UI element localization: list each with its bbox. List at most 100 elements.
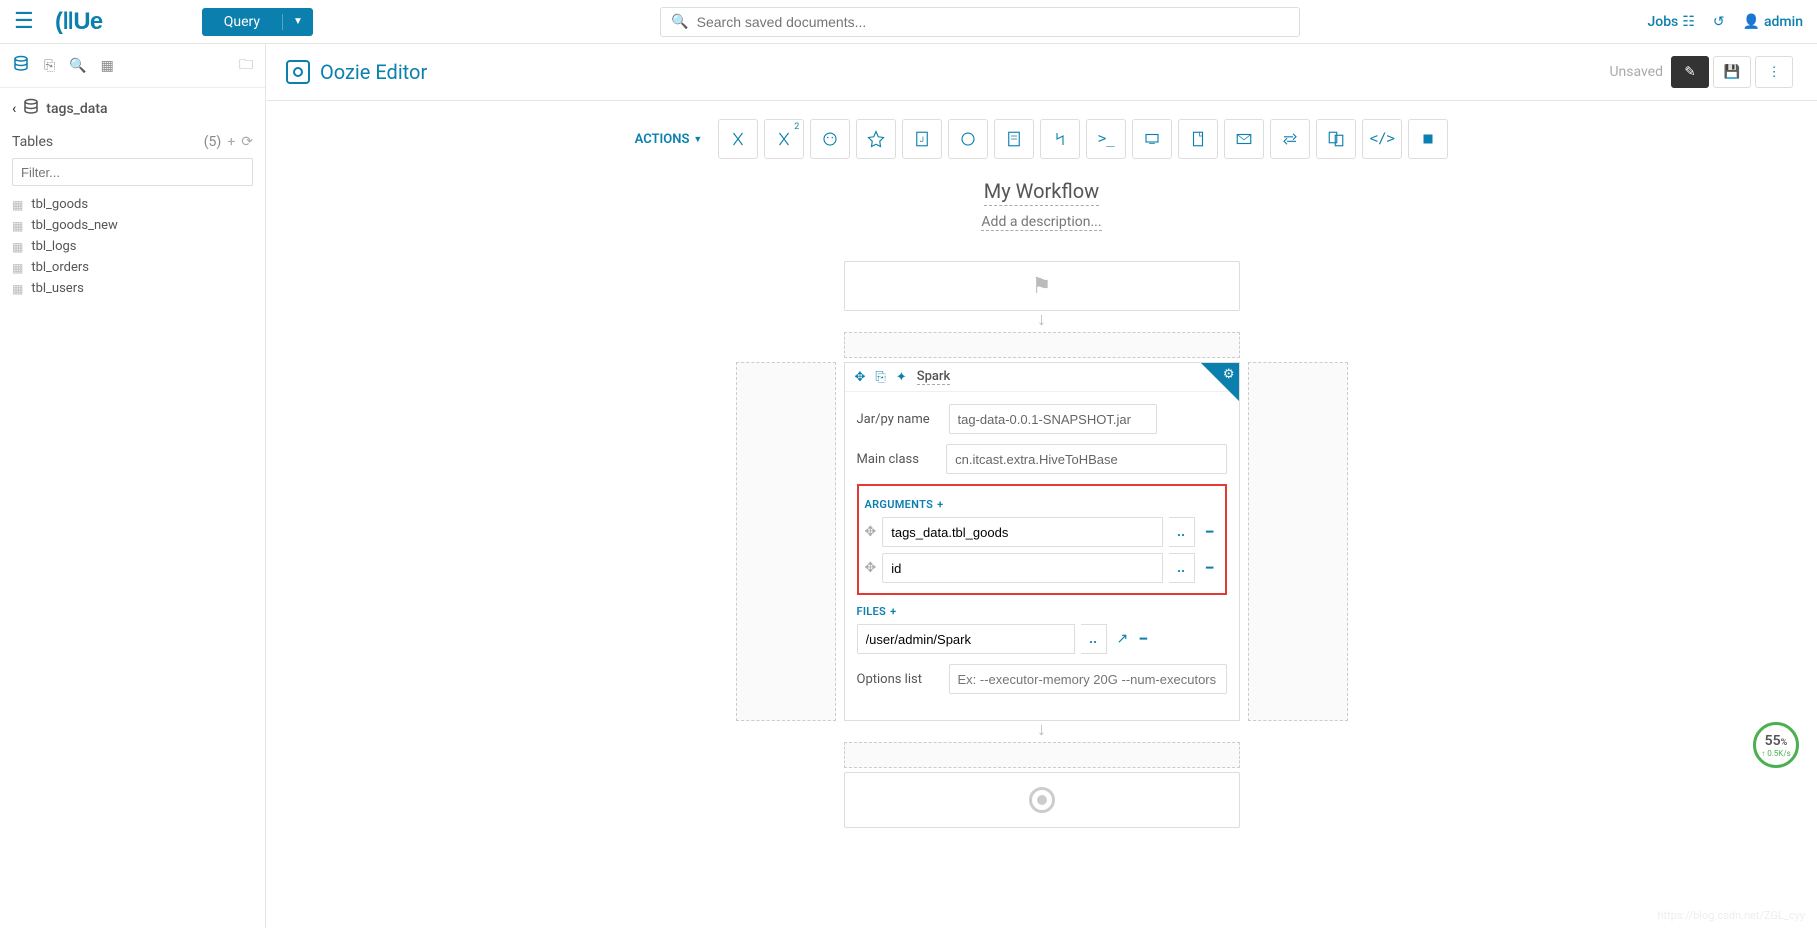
breadcrumb[interactable]: ‹ tags_data bbox=[0, 88, 265, 130]
remove-icon[interactable]: − bbox=[1134, 629, 1152, 650]
arguments-label: ARGUMENTS bbox=[865, 498, 934, 511]
jarpy-input[interactable] bbox=[949, 404, 1157, 434]
argument-input[interactable] bbox=[882, 517, 1162, 547]
jarpy-row: Jar/py name bbox=[857, 404, 1227, 434]
action-generic[interactable]: </> bbox=[1362, 119, 1402, 159]
jobs-link[interactable]: Jobs ☷ bbox=[1647, 14, 1694, 30]
menu-icon[interactable]: ☰ bbox=[14, 9, 34, 34]
table-item[interactable]: ▦tbl_users bbox=[12, 278, 253, 299]
caret-down-icon[interactable]: ▼ bbox=[283, 16, 313, 27]
breadcrumb-label: tags_data bbox=[46, 101, 107, 117]
speed-widget[interactable]: 55% ↑ 0.5K/s bbox=[1753, 722, 1799, 768]
action-mapreduce[interactable] bbox=[994, 119, 1034, 159]
edit-button[interactable]: ✎ bbox=[1671, 56, 1709, 88]
arrow-down-icon: ↓ bbox=[1037, 309, 1046, 330]
remove-icon[interactable]: − bbox=[1201, 558, 1219, 579]
action-hive2[interactable]: 2 bbox=[764, 119, 804, 159]
browse-button[interactable]: .. bbox=[1169, 553, 1195, 583]
rate-value: 0.5K/s bbox=[1767, 749, 1791, 758]
filter-wrap bbox=[12, 158, 253, 186]
action-java[interactable]: J bbox=[902, 119, 942, 159]
workflow-title[interactable]: My Workflow bbox=[984, 179, 1099, 206]
editor-header: Oozie Editor Unsaved ✎ 💾 ⋮ bbox=[266, 44, 1817, 101]
db-icon[interactable] bbox=[12, 55, 30, 77]
files-section: FILES + bbox=[857, 605, 1227, 618]
table-item[interactable]: ▦tbl_logs bbox=[12, 236, 253, 257]
options-input[interactable] bbox=[949, 664, 1227, 694]
history-icon[interactable]: ↺ bbox=[1713, 14, 1725, 30]
svg-text:J: J bbox=[920, 135, 924, 144]
action-streaming[interactable] bbox=[1270, 119, 1310, 159]
table-item[interactable]: ▦tbl_orders bbox=[12, 257, 253, 278]
search-input[interactable] bbox=[697, 14, 1290, 30]
action-fs[interactable] bbox=[1178, 119, 1218, 159]
refresh-icon[interactable]: ⟳ bbox=[241, 134, 253, 150]
file-input[interactable] bbox=[857, 624, 1075, 654]
drop-zone-left[interactable] bbox=[736, 362, 836, 721]
browse-button[interactable]: .. bbox=[1081, 624, 1107, 654]
table-item[interactable]: ▦tbl_goods_new bbox=[12, 215, 253, 236]
actions-label[interactable]: ACTIONS ▼ bbox=[635, 132, 703, 147]
percent-value: 55 bbox=[1765, 733, 1781, 749]
plus-icon[interactable]: + bbox=[937, 498, 943, 511]
hue-logo[interactable]: (‖Ue bbox=[52, 8, 142, 36]
spark-card-body: Jar/py name Main class ARGUMENTS + bbox=[845, 392, 1239, 720]
action-kill[interactable] bbox=[1408, 119, 1448, 159]
plus-icon[interactable]: + bbox=[227, 134, 235, 150]
argument-input[interactable] bbox=[882, 553, 1162, 583]
end-node[interactable] bbox=[844, 772, 1240, 828]
flow-row: ⚙ ✥ ⎘ ✦ Spark ✕ Jar/py name bbox=[736, 362, 1348, 721]
copy-icon[interactable]: ⎘ bbox=[875, 370, 885, 385]
action-sqoop[interactable] bbox=[948, 119, 988, 159]
file-row: .. ↗ − bbox=[857, 624, 1227, 654]
arrow-down-icon: ↓ bbox=[1037, 719, 1046, 740]
table-item[interactable]: ▦tbl_goods bbox=[12, 194, 253, 215]
action-pig[interactable] bbox=[810, 119, 850, 159]
action-hive[interactable] bbox=[718, 119, 758, 159]
arguments-highlight: ARGUMENTS + ✥ .. − ✥ bbox=[857, 484, 1227, 595]
editor-title-text: Oozie Editor bbox=[320, 60, 427, 84]
more-button[interactable]: ⋮ bbox=[1755, 56, 1793, 88]
files-label: FILES bbox=[857, 605, 887, 618]
top-right: Jobs ☷ ↺ 👤 admin bbox=[1647, 14, 1803, 30]
action-distcp[interactable] bbox=[1316, 119, 1356, 159]
drag-icon[interactable]: ✥ bbox=[865, 560, 877, 576]
move-icon[interactable]: ✥ bbox=[855, 370, 866, 385]
drop-zone[interactable] bbox=[844, 742, 1240, 768]
card-settings-corner[interactable]: ⚙ bbox=[1201, 363, 1239, 401]
remove-icon[interactable]: − bbox=[1201, 522, 1219, 543]
zoom-icon[interactable]: 🔍 bbox=[69, 58, 86, 74]
browse-button[interactable]: .. bbox=[1169, 517, 1195, 547]
start-node[interactable]: ⚑ bbox=[844, 261, 1240, 311]
options-row: Options list bbox=[857, 664, 1227, 694]
filter-input[interactable] bbox=[12, 158, 253, 186]
action-email[interactable] bbox=[1224, 119, 1264, 159]
action-spark[interactable] bbox=[856, 119, 896, 159]
action-subworkflow[interactable] bbox=[1040, 119, 1080, 159]
action-ssh[interactable] bbox=[1132, 119, 1172, 159]
plus-icon[interactable]: + bbox=[890, 605, 896, 618]
external-link-icon[interactable]: ↗ bbox=[1117, 631, 1129, 647]
copy-icon[interactable]: ⎘ bbox=[44, 58, 55, 74]
save-button[interactable]: 💾 bbox=[1713, 56, 1751, 88]
percent-unit: % bbox=[1781, 738, 1788, 748]
spark-title[interactable]: Spark bbox=[917, 369, 951, 385]
table-name: tbl_goods bbox=[31, 197, 88, 212]
drag-icon[interactable]: ✥ bbox=[865, 524, 877, 540]
list-icon: ☷ bbox=[1682, 14, 1695, 30]
workflow-header: My Workflow Add a description... bbox=[266, 169, 1817, 261]
mainclass-input[interactable] bbox=[946, 444, 1226, 474]
query-button[interactable]: Query ▼ bbox=[202, 8, 313, 36]
workflow-description[interactable]: Add a description... bbox=[981, 214, 1101, 231]
action-shell[interactable]: >_ bbox=[1086, 119, 1126, 159]
chevron-left-icon[interactable]: ‹ bbox=[12, 101, 16, 117]
drop-zone-right[interactable] bbox=[1248, 362, 1348, 721]
folder-icon[interactable]: 🗀 bbox=[239, 54, 253, 78]
sidebar: ⎘ 🔍 ▦ 🗀 ‹ tags_data Tables (5) + ⟳ ▦tbl_… bbox=[0, 44, 266, 928]
drop-zone[interactable] bbox=[844, 332, 1240, 358]
search-box[interactable]: 🔍 bbox=[660, 7, 1300, 37]
grid-icon[interactable]: ▦ bbox=[101, 58, 114, 74]
query-button-label: Query bbox=[202, 14, 283, 30]
user-menu[interactable]: 👤 admin bbox=[1743, 14, 1803, 30]
layout: ⎘ 🔍 ▦ 🗀 ‹ tags_data Tables (5) + ⟳ ▦tbl_… bbox=[0, 44, 1817, 928]
